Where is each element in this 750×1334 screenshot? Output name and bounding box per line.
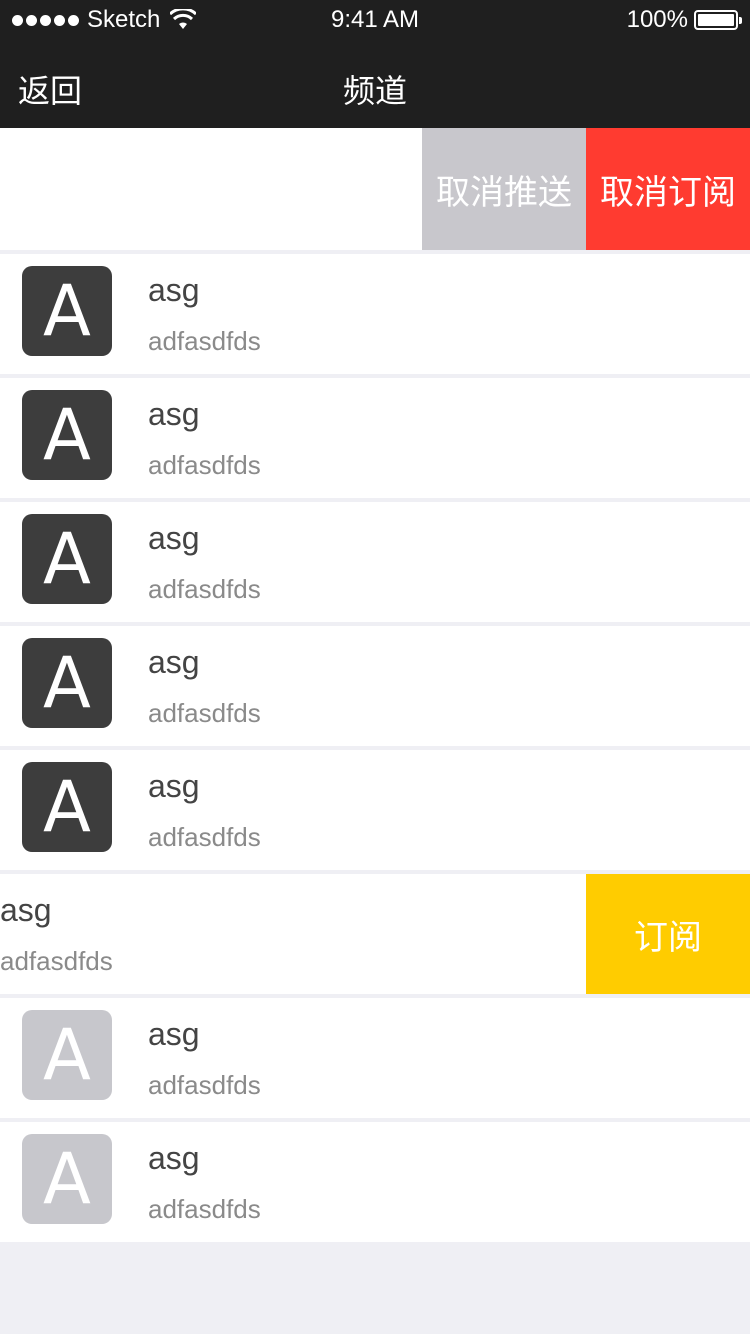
item-title: asg xyxy=(0,892,52,928)
item-subtitle: adfasdfds xyxy=(148,450,261,480)
item-title: asg xyxy=(148,1140,200,1176)
list-item[interactable]: A asg adfasdfds xyxy=(0,626,750,746)
navigation-bar: 返回 频道 xyxy=(0,40,750,128)
item-title: asg xyxy=(148,396,200,432)
cancel-push-button[interactable]: 取消推送 xyxy=(422,128,586,250)
avatar: A xyxy=(22,638,112,728)
avatar: A xyxy=(22,390,112,480)
channel-list: A asg adfasdfds 取消推送 取消订阅 A asg adfasdfd… xyxy=(0,128,750,1246)
avatar: A xyxy=(22,514,112,604)
list-item-content[interactable]: A asg adfasdfds xyxy=(0,502,750,622)
item-subtitle: adfasdfds xyxy=(148,1194,261,1224)
list-item[interactable]: A asg adfasdfds xyxy=(0,502,750,622)
item-subtitle: adfasdfds xyxy=(148,326,261,356)
item-subtitle: adfasdfds xyxy=(148,574,261,604)
list-item[interactable]: A asg adfasdfds 订阅 xyxy=(0,874,750,994)
item-subtitle: adfasdfds xyxy=(0,946,113,976)
item-subtitle: adfasdfds xyxy=(148,822,261,852)
avatar: A xyxy=(22,762,112,852)
list-item[interactable]: A asg adfasdfds xyxy=(0,378,750,498)
list-item-content[interactable]: A asg adfasdfds xyxy=(0,998,750,1118)
item-title: asg xyxy=(148,768,200,804)
list-item[interactable]: A asg adfasdfds xyxy=(0,998,750,1118)
list-item-content[interactable]: A asg adfasdfds xyxy=(0,626,750,746)
list-item-content[interactable]: A asg adfasdfds xyxy=(0,874,602,994)
battery-percent: 100% xyxy=(626,6,688,33)
list-item[interactable]: A asg adfasdfds xyxy=(0,1122,750,1242)
list-item[interactable]: A asg adfasdfds 取消推送 取消订阅 xyxy=(0,128,750,250)
status-right: 100% xyxy=(626,6,742,34)
item-subtitle: adfasdfds xyxy=(148,698,261,728)
item-subtitle: adfasdfds xyxy=(148,1070,261,1100)
list-item[interactable]: A asg adfasdfds xyxy=(0,254,750,374)
item-title: asg xyxy=(148,520,200,556)
list-item-content[interactable]: A asg adfasdfds xyxy=(0,750,750,870)
avatar: A xyxy=(22,1134,112,1224)
list-item-content[interactable]: A asg adfasdfds xyxy=(0,378,750,498)
unsubscribe-button[interactable]: 取消订阅 xyxy=(586,128,750,250)
avatar: A xyxy=(22,266,112,356)
avatar: A xyxy=(22,1010,112,1100)
list-item[interactable]: A asg adfasdfds xyxy=(0,750,750,870)
status-bar: Sketch 9:41 AM 100% xyxy=(0,0,750,40)
subscribe-button[interactable]: 订阅 xyxy=(586,874,750,994)
item-title: asg xyxy=(148,644,200,680)
item-title: asg xyxy=(148,1016,200,1052)
item-title: asg xyxy=(148,272,200,308)
page-title: 频道 xyxy=(342,72,407,110)
battery-icon xyxy=(694,10,742,30)
list-item-content[interactable]: A asg adfasdfds xyxy=(0,254,750,374)
list-item-content[interactable]: A asg adfasdfds xyxy=(0,1122,750,1242)
